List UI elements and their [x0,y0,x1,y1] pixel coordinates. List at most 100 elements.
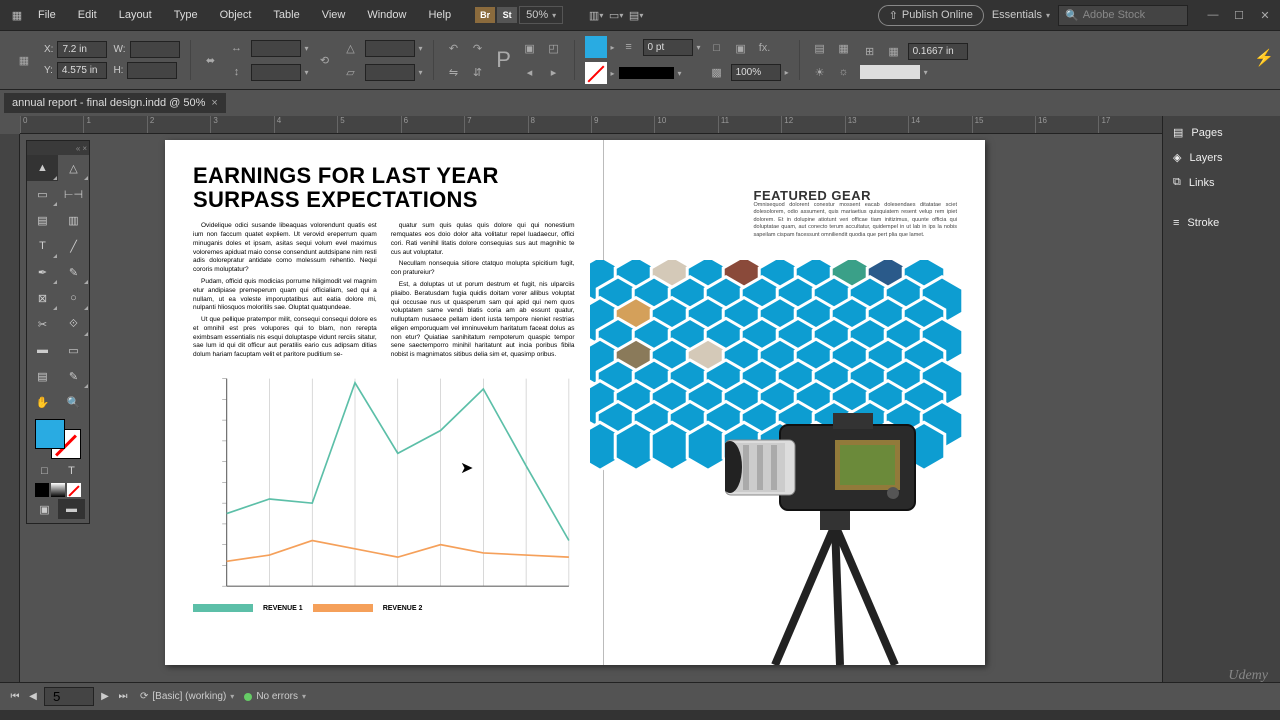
gradient-swatch-tool[interactable]: ▬ [27,337,58,363]
publish-online-button[interactable]: ⇧Publish Online [878,5,984,26]
formatting-container-icon[interactable]: □ [31,461,58,481]
reference-point-icon[interactable]: ▦ [10,46,38,74]
panel-pages[interactable]: ▤Pages [1163,120,1280,145]
scale-y-icon[interactable]: ↕ [227,62,247,82]
screen-mode-icon[interactable]: ▭ ▾ [607,6,625,24]
close-tools-icon[interactable]: × [82,144,87,153]
arrange-icon[interactable]: ▤ ▾ [627,6,645,24]
first-page-button[interactable]: ⏮ [8,690,22,704]
flip-v-icon[interactable]: ⇵ [468,62,488,82]
stroke-color-swatch[interactable] [585,62,607,84]
rotate-cw-icon[interactable]: ↷ [468,38,488,58]
free-transform-tool[interactable]: ⟐ [58,311,89,337]
rotate-icon[interactable]: ⟲ [315,50,335,70]
close-tab-icon[interactable]: × [211,97,217,109]
normal-mode-icon[interactable]: ▣ [31,499,58,519]
pen-tool[interactable]: ✒ [27,259,58,285]
menu-object[interactable]: Object [210,5,262,25]
panel-layers[interactable]: ◈Layers [1163,145,1280,170]
ellipse-tool[interactable]: ○ [58,285,89,311]
pencil-tool[interactable]: ✎ [58,259,89,285]
gradient-swatch[interactable] [860,65,920,79]
selection-tool[interactable]: ▲ [27,155,58,181]
shear-input[interactable] [365,64,415,81]
y-input[interactable] [57,62,107,79]
preflight-profile[interactable]: ⟳[Basic] (working)▾ [140,691,234,702]
view-options-icon[interactable]: ▥ ▾ [587,6,605,24]
fill-color-swatch[interactable] [585,36,607,58]
last-page-button[interactable]: ⏭ [116,690,130,704]
select-content-icon[interactable]: ◰ [544,38,564,58]
align-icon[interactable]: ☀ [810,62,830,82]
quick-apply-icon[interactable]: ⚡ [1254,48,1274,68]
gradient-feather-tool[interactable]: ▭ [58,337,89,363]
shear-icon[interactable]: ▱ [341,62,361,82]
hand-tool[interactable]: ✋ [27,389,58,415]
minimize-button[interactable]: — [1206,8,1220,22]
zoom-level[interactable]: 50%▾ [519,6,563,24]
rotation-icon[interactable]: △ [341,38,361,58]
menu-edit[interactable]: Edit [68,5,107,25]
preflight-status[interactable]: No errors▾ [244,691,306,702]
content-placer-tool[interactable]: ▥ [58,207,89,233]
stroke-style[interactable] [619,67,674,79]
menu-file[interactable]: File [28,5,66,25]
paragraph-icon[interactable]: P [494,50,514,70]
scissors-tool[interactable]: ✂ [27,311,58,337]
select-next-icon[interactable]: ▸ [544,62,564,82]
text-wrap-bound-icon[interactable]: ▦ [834,38,854,58]
default-colors[interactable] [35,483,81,497]
h-input[interactable] [127,62,177,79]
bridge-icon[interactable]: Br [475,7,495,23]
rotation-input[interactable] [365,40,415,57]
menu-layout[interactable]: Layout [109,5,162,25]
note-tool[interactable]: ▤ [27,363,58,389]
eyedropper-tool[interactable]: ✎ [58,363,89,389]
document-tab[interactable]: annual report - final design.indd @ 50% … [4,93,226,113]
w-input[interactable] [130,41,180,58]
direct-selection-tool[interactable]: △ [58,155,89,181]
menu-help[interactable]: Help [418,5,461,25]
scale-x-icon[interactable]: ↔ [227,38,247,58]
frame-fitting-icon[interactable]: ⊞ [860,41,880,61]
select-prev-icon[interactable]: ◂ [520,62,540,82]
zoom-tool[interactable]: 🔍 [58,389,89,415]
stock-icon[interactable]: St [497,7,517,23]
x-input[interactable] [57,41,107,58]
flip-h-icon[interactable]: ⇋ [444,62,464,82]
menu-view[interactable]: View [312,5,356,25]
scale-y-input[interactable] [251,64,301,81]
rectangle-frame-tool[interactable]: ⊠ [27,285,58,311]
distribute-icon[interactable]: ☼ [834,62,854,82]
scale-icon[interactable]: ⬌ [201,50,221,70]
scale-x-input[interactable] [251,40,301,57]
gap-tool[interactable]: ⊢⊣ [58,181,89,207]
page-tool[interactable]: ▭ [27,181,58,207]
text-wrap-none-icon[interactable]: ▤ [810,38,830,58]
menu-type[interactable]: Type [164,5,208,25]
preview-mode-icon[interactable]: ▬ [58,499,85,519]
grid-value-input[interactable] [908,43,968,60]
page-number-input[interactable] [44,687,94,706]
menu-table[interactable]: Table [263,5,309,25]
type-tool[interactable]: T [27,233,58,259]
fx-icon[interactable]: fx. [755,38,775,58]
line-tool[interactable]: ╱ [58,233,89,259]
fill-stroke-swatches[interactable] [35,419,81,459]
formatting-text-icon[interactable]: T [58,461,85,481]
effects-icon[interactable]: □ [707,38,727,58]
maximize-button[interactable]: ☐ [1232,8,1246,22]
menu-window[interactable]: Window [357,5,416,25]
adobe-stock-search[interactable]: 🔍Adobe Stock [1058,5,1188,26]
rotate-ccw-icon[interactable]: ↶ [444,38,464,58]
workspace-selector[interactable]: Essentials▾ [992,9,1050,21]
opacity-input[interactable] [731,64,781,81]
content-collector-tool[interactable]: ▤ [27,207,58,233]
canvas-area[interactable]: 01234567891011121314151617 «× ▲ △ ▭ ⊢⊣ ▤… [0,116,1162,682]
drop-shadow-icon[interactable]: ▣ [731,38,751,58]
panel-stroke[interactable]: ≡Stroke [1163,211,1280,235]
stroke-weight-input[interactable] [643,39,693,56]
panel-links[interactable]: ⧉Links [1163,170,1280,195]
prev-page-button[interactable]: ◀ [26,690,40,704]
select-container-icon[interactable]: ▣ [520,38,540,58]
